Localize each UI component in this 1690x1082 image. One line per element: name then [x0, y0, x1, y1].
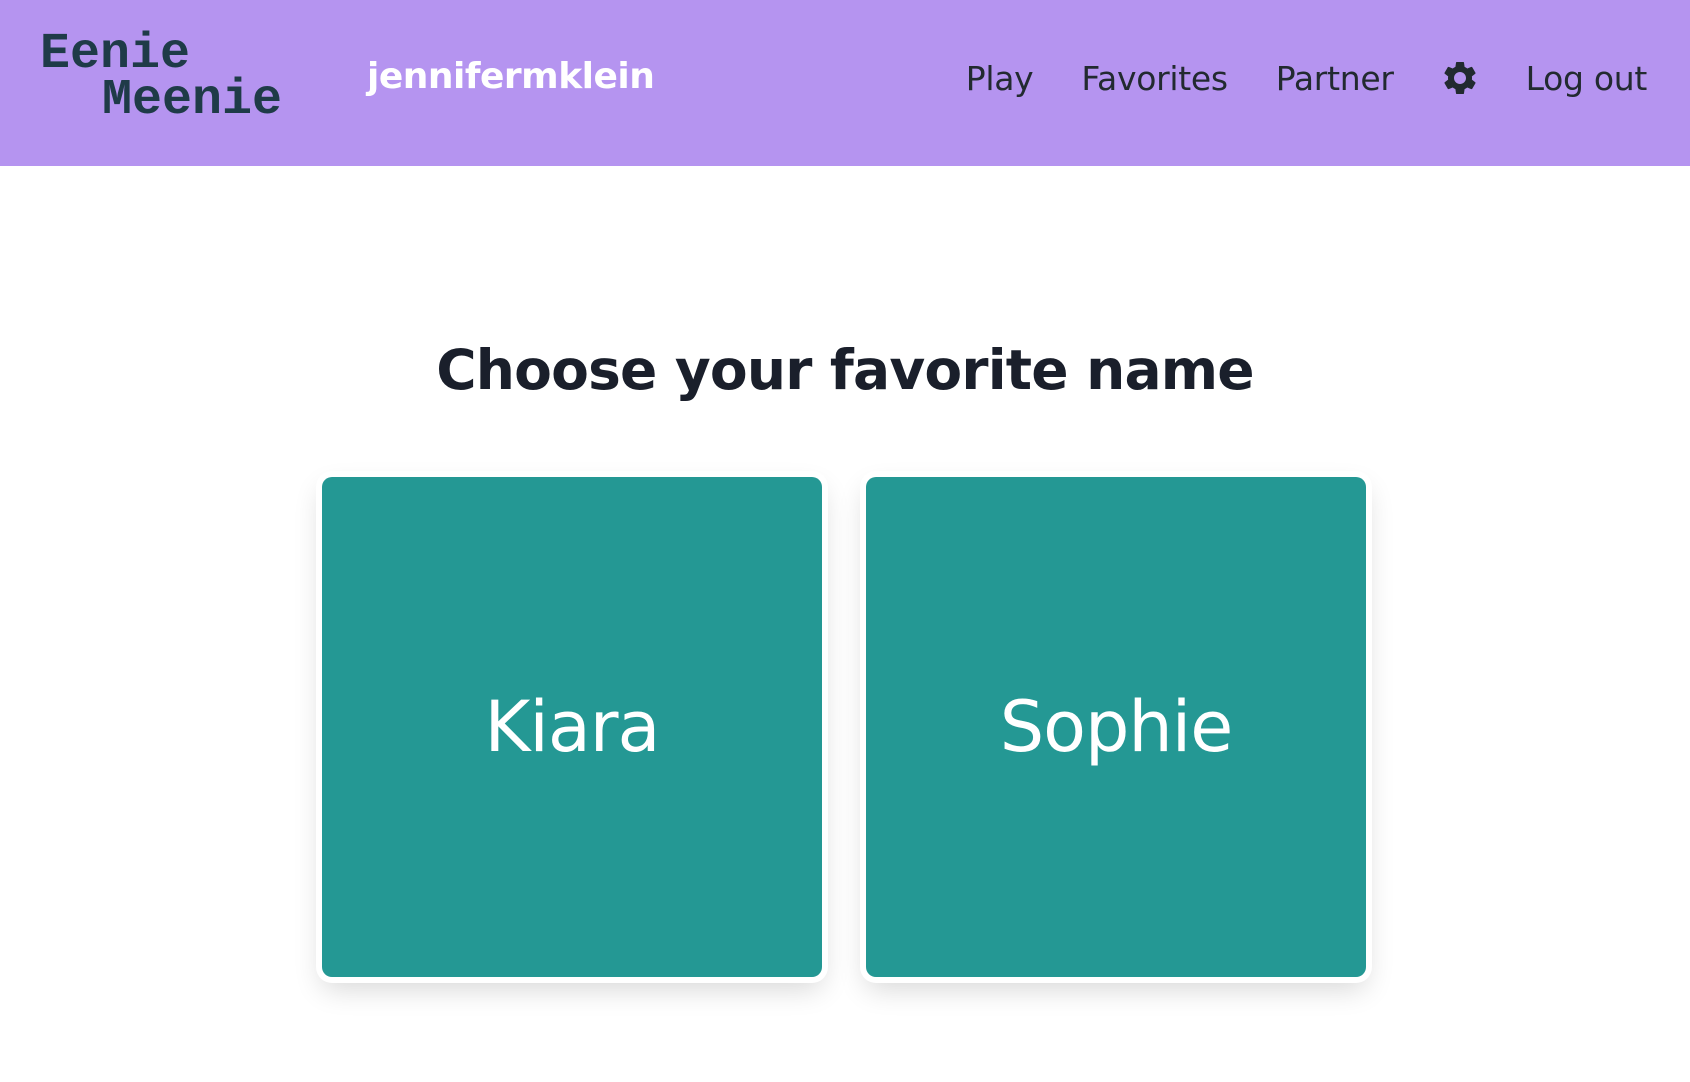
page-title: Choose your favorite name — [436, 338, 1254, 402]
logo[interactable]: Eenie Meenie — [40, 30, 283, 129]
username-label: jennifermklein — [367, 56, 655, 97]
nav-logout-link[interactable]: Log out — [1526, 59, 1648, 98]
logo-line-2: Meenie — [102, 72, 283, 129]
nav-partner-link[interactable]: Partner — [1276, 59, 1394, 98]
name-choice-label: Sophie — [999, 686, 1234, 768]
top-navbar: Eenie Meenie jennifermklein Play Favorit… — [0, 0, 1690, 166]
nav-favorites-link[interactable]: Favorites — [1081, 59, 1228, 98]
gear-icon[interactable] — [1440, 58, 1480, 98]
name-choice-label: Kiara — [484, 686, 661, 768]
main-nav: Play Favorites Partner Log out — [966, 58, 1648, 98]
name-choice-card-right[interactable]: Sophie — [866, 477, 1366, 977]
nav-play-link[interactable]: Play — [966, 59, 1034, 98]
name-choice-card-left[interactable]: Kiara — [322, 477, 822, 977]
